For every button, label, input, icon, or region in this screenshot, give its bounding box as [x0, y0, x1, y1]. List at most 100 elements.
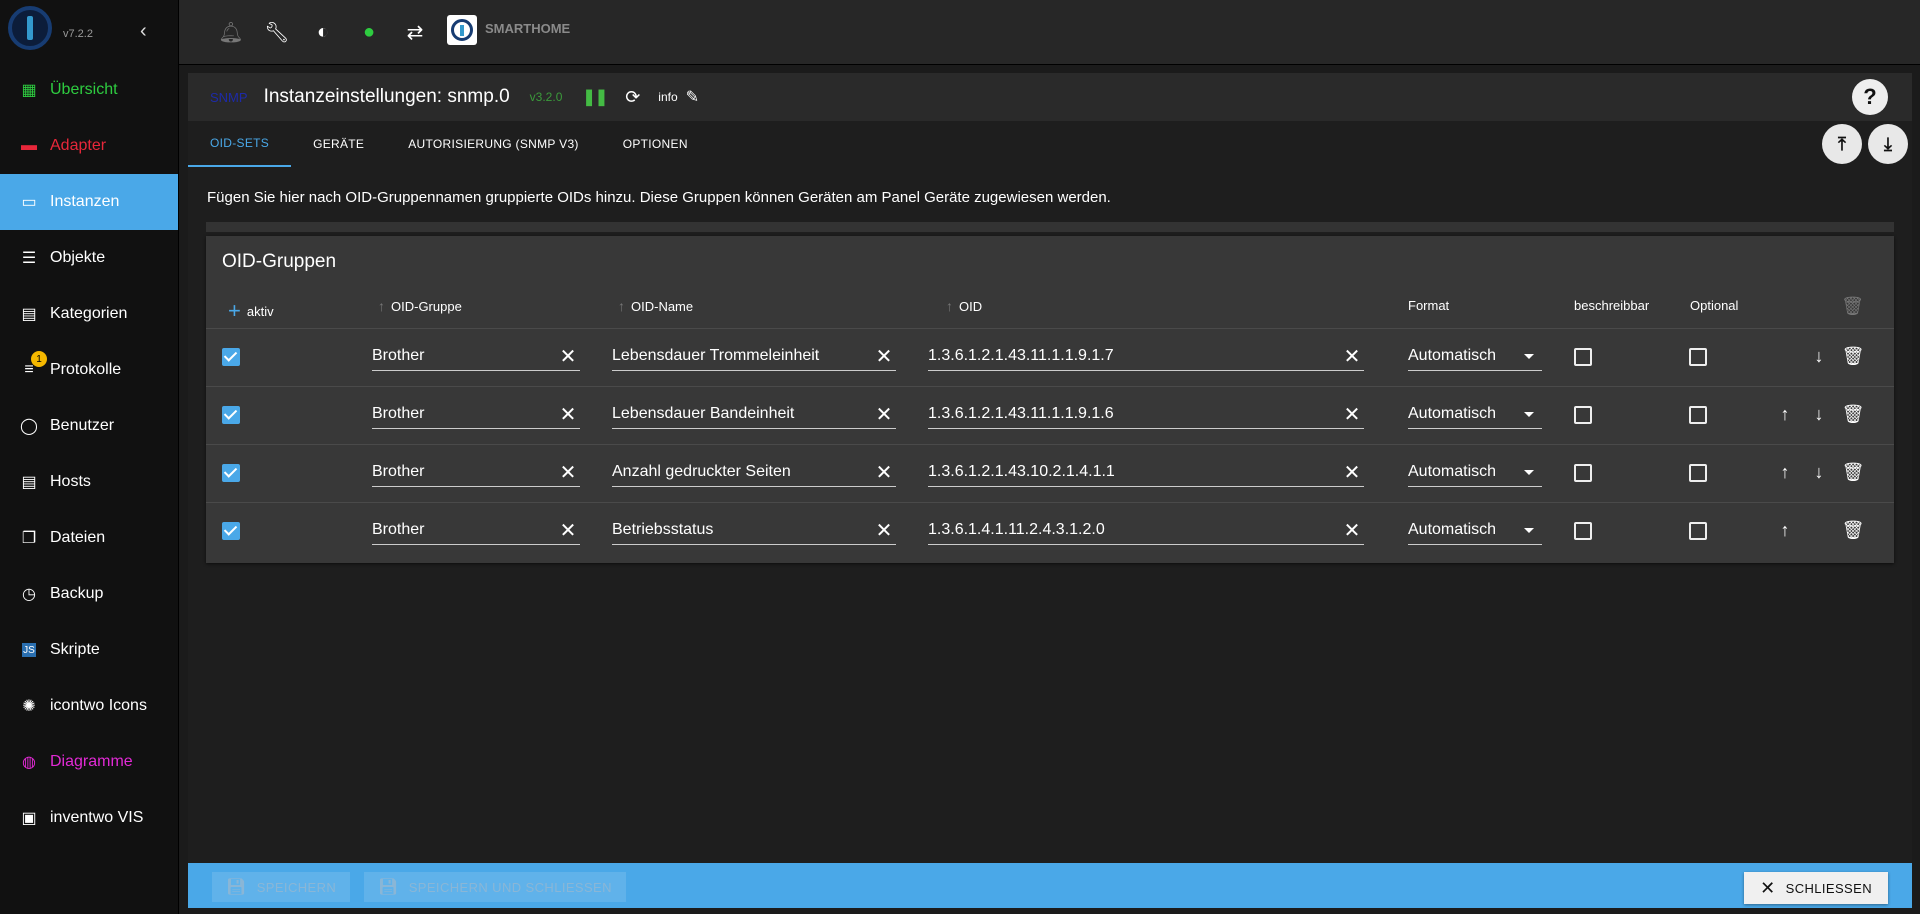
oid-name-field[interactable]: Anzahl gedruckter Seiten ✕	[612, 458, 896, 487]
clear-icon[interactable]: ✕	[872, 518, 896, 543]
reload-icon[interactable]: ⟳	[625, 87, 640, 108]
theme-toggle-icon[interactable]: ◐	[309, 18, 337, 46]
move-down-icon[interactable]: ↓	[1807, 404, 1831, 425]
writable-checkbox[interactable]	[1574, 464, 1592, 482]
oid-group-field[interactable]: Brother ✕	[372, 400, 580, 429]
clear-icon[interactable]: ✕	[556, 460, 580, 485]
oid-name-value: Lebensdauer Trommeleinheit	[612, 347, 820, 364]
sidebar-item-skripte[interactable]: JS Skripte	[0, 622, 178, 678]
download-button[interactable]: ⤓	[1868, 124, 1908, 164]
expert-mode-icon[interactable]: ●	[355, 18, 383, 46]
sidebar-item-adapter[interactable]: ▬ Adapter	[0, 118, 178, 174]
writable-checkbox[interactable]	[1574, 348, 1592, 366]
move-up-icon[interactable]: ↑	[1773, 404, 1797, 425]
clear-icon[interactable]: ✕	[1340, 460, 1364, 485]
delete-row-icon[interactable]: 🗑︎	[1841, 404, 1865, 425]
header-oid[interactable]: ↑ OID	[946, 298, 982, 314]
move-down-icon[interactable]: ↓	[1807, 346, 1831, 367]
oid-group-field[interactable]: Brother ✕	[372, 458, 580, 487]
format-select[interactable]: Automatisch	[1408, 400, 1542, 429]
sidebar-item-diagramme[interactable]: ◍ Diagramme	[0, 734, 178, 790]
delete-row-icon[interactable]: 🗑︎	[1841, 520, 1865, 541]
table-row: Brother ✕ Lebensdauer Bandeinheit ✕ 1.3.…	[206, 386, 1894, 444]
save-button[interactable]: 💾︎ SPEICHERN	[212, 872, 351, 902]
clear-icon[interactable]: ✕	[556, 518, 580, 543]
wrench-icon[interactable]: 🔧︎	[263, 18, 291, 46]
edit-pencil-icon[interactable]: ✎	[686, 87, 699, 107]
clear-icon[interactable]: ✕	[1340, 344, 1364, 369]
sidebar-item-übersicht[interactable]: ▦ Übersicht	[0, 62, 178, 118]
oid-group-field[interactable]: Brother ✕	[372, 342, 580, 371]
description-text: Fügen Sie hier nach OID-Gruppennamen gru…	[207, 189, 1111, 206]
active-checkbox[interactable]	[222, 348, 240, 366]
sidebar-item-inventwo-vis[interactable]: ▣ inventwo VIS	[0, 790, 178, 846]
clear-icon[interactable]: ✕	[1340, 402, 1364, 427]
upload-button[interactable]: ⤒	[1822, 124, 1862, 164]
close-button[interactable]: ✕ SCHLIESSEN	[1744, 872, 1888, 904]
optional-checkbox[interactable]	[1689, 348, 1707, 366]
clear-icon[interactable]: ✕	[872, 460, 896, 485]
clear-icon[interactable]: ✕	[556, 344, 580, 369]
oid-field[interactable]: 1.3.6.1.2.1.43.11.1.1.9.1.7 ✕	[928, 342, 1364, 371]
vis-icon: ▣	[21, 810, 37, 827]
tab-devices[interactable]: GERÄTE	[291, 121, 386, 167]
help-button[interactable]: ?	[1852, 79, 1888, 115]
oid-group-field[interactable]: Brother ✕	[372, 516, 580, 545]
optional-checkbox[interactable]	[1689, 464, 1707, 482]
header-oid-group[interactable]: ↑ OID-Gruppe	[378, 298, 462, 314]
active-checkbox[interactable]	[222, 464, 240, 482]
sort-arrow-icon[interactable]: ↑	[946, 298, 953, 314]
clear-icon[interactable]: ✕	[872, 344, 896, 369]
bell-icon[interactable]: 🔔︎	[217, 18, 245, 46]
active-checkbox[interactable]	[222, 406, 240, 424]
tab-options[interactable]: OPTIONEN	[601, 121, 710, 167]
tab-oid-sets[interactable]: OID-SETS	[188, 121, 292, 167]
tab-authorization[interactable]: AUTORISIERUNG (SNMP V3)	[386, 121, 600, 167]
sidebar-item-backup[interactable]: ◷ Backup	[0, 566, 178, 622]
sidebar-item-benutzer[interactable]: ◯ Benutzer	[0, 398, 178, 454]
optional-checkbox[interactable]	[1689, 406, 1707, 424]
active-checkbox[interactable]	[222, 522, 240, 540]
sidebar-item-icontwo-icons[interactable]: ✺ icontwo Icons	[0, 678, 178, 734]
save-and-close-button[interactable]: 💾︎ SPEICHERN UND SCHLIESSEN	[364, 872, 626, 902]
iobroker-logo[interactable]	[8, 6, 52, 50]
sidebar-item-label: Diagramme	[50, 753, 133, 770]
sidebar-item-instanzen[interactable]: ▭ Instanzen	[0, 174, 178, 230]
oid-field[interactable]: 1.3.6.1.2.1.43.10.2.1.4.1.1 ✕	[928, 458, 1364, 487]
clear-icon[interactable]: ✕	[1340, 518, 1364, 543]
move-up-icon[interactable]: ↑	[1773, 520, 1797, 541]
header-oid-name-label: OID-Name	[631, 298, 694, 314]
sync-disabled-icon[interactable]: ⇄	[401, 18, 429, 46]
oid-name-field[interactable]: Lebensdauer Trommeleinheit ✕	[612, 342, 896, 371]
writable-checkbox[interactable]	[1574, 406, 1592, 424]
sort-arrow-icon[interactable]: ↑	[378, 298, 385, 314]
optional-checkbox[interactable]	[1689, 522, 1707, 540]
oid-field[interactable]: 1.3.6.1.2.1.43.11.1.1.9.1.6 ✕	[928, 400, 1364, 429]
footer-bar: 💾︎ SPEICHERN 💾︎ SPEICHERN UND SCHLIESSEN…	[188, 863, 1912, 908]
delete-row-icon[interactable]: 🗑︎	[1841, 462, 1865, 483]
oid-name-field[interactable]: Lebensdauer Bandeinheit ✕	[612, 400, 896, 429]
sidebar-item-protokolle[interactable]: ≡ Protokolle 1	[0, 342, 178, 398]
sort-arrow-icon[interactable]: ↑	[618, 298, 625, 314]
header-oid-name[interactable]: ↑ OID-Name	[618, 298, 693, 314]
hosts-icon: ▤	[21, 474, 37, 491]
add-row-icon[interactable]: +	[228, 298, 241, 324]
collapse-sidebar-icon[interactable]: ‹	[140, 20, 147, 43]
sidebar-item-dateien[interactable]: ❐ Dateien	[0, 510, 178, 566]
oid-name-field[interactable]: Betriebsstatus ✕	[612, 516, 896, 545]
sidebar-item-objekte[interactable]: ☰ Objekte	[0, 230, 178, 286]
move-down-icon[interactable]: ↓	[1807, 462, 1831, 483]
move-up-icon[interactable]: ↑	[1773, 462, 1797, 483]
format-select[interactable]: Automatisch	[1408, 458, 1542, 487]
oid-field[interactable]: 1.3.6.1.4.1.11.2.4.3.1.2.0 ✕	[928, 516, 1364, 545]
format-select[interactable]: Automatisch	[1408, 342, 1542, 371]
format-select[interactable]: Automatisch	[1408, 516, 1542, 545]
clear-icon[interactable]: ✕	[872, 402, 896, 427]
table-row: Brother ✕ Anzahl gedruckter Seiten ✕ 1.3…	[206, 444, 1894, 502]
pause-icon[interactable]: ❚❚	[582, 87, 608, 107]
sidebar-item-kategorien[interactable]: ▤ Kategorien	[0, 286, 178, 342]
writable-checkbox[interactable]	[1574, 522, 1592, 540]
clear-icon[interactable]: ✕	[556, 402, 580, 427]
sidebar-item-hosts[interactable]: ▤ Hosts	[0, 454, 178, 510]
delete-row-icon[interactable]: 🗑︎	[1841, 346, 1865, 367]
